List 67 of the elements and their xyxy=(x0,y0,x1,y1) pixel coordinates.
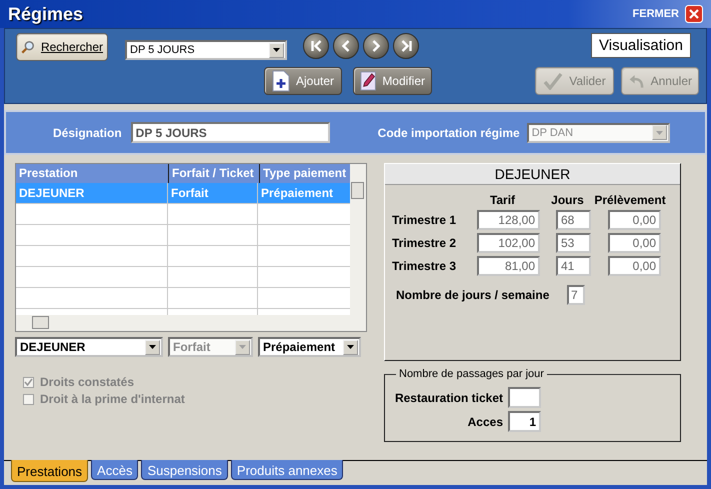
chevron-left-icon xyxy=(342,40,350,52)
row-label: Trimestre 1 xyxy=(392,213,458,227)
bar-chevron-left-icon xyxy=(310,40,322,52)
add-document-icon xyxy=(272,70,290,92)
import-code-label: Code importation régime xyxy=(378,126,520,140)
close-button[interactable]: FERMER xyxy=(632,5,703,23)
column-header[interactable]: Forfait / Ticket xyxy=(169,164,259,183)
add-button[interactable]: Ajouter xyxy=(264,67,342,95)
input-field[interactable] xyxy=(508,387,541,408)
caret-icon xyxy=(347,345,354,349)
group-legend: Nombre de passages par jour xyxy=(396,368,547,380)
mode-label: Visualisation xyxy=(591,33,691,58)
field-label: Acces xyxy=(466,414,503,428)
tab[interactable]: Suspensions xyxy=(141,460,228,480)
table-cell: Forfait xyxy=(168,183,258,203)
days-field[interactable]: 53 xyxy=(556,233,591,253)
checkbox-label: Droits constatés xyxy=(40,375,134,389)
rate-field[interactable]: 128,00 xyxy=(477,210,540,230)
tab[interactable]: Produits annexes xyxy=(230,460,344,480)
column-header: Jours xyxy=(550,193,585,207)
last-record-button[interactable] xyxy=(393,33,419,59)
horizontal-scrollbar[interactable] xyxy=(16,315,350,331)
caret-icon xyxy=(656,130,663,134)
table-row[interactable]: DEJEUNER Forfait Prépaiement xyxy=(16,183,350,204)
tab[interactable]: Prestations xyxy=(11,460,88,482)
days-per-week-label: Nombre de jours / semaine xyxy=(396,288,550,302)
checkmark-icon xyxy=(543,72,564,90)
deduction-field[interactable]: 0,00 xyxy=(608,256,661,276)
prestation-select[interactable]: DEJEUNER xyxy=(15,337,163,357)
days-field[interactable]: 41 xyxy=(556,256,591,276)
column-header[interactable]: Prestation xyxy=(16,164,168,183)
days-per-week-field[interactable]: 7 xyxy=(567,285,585,305)
checkbox-label: Droit à la prime d'internat xyxy=(40,392,185,406)
input-field[interactable]: 1 xyxy=(508,411,541,432)
caret-icon xyxy=(273,48,280,52)
deduction-field[interactable]: 0,00 xyxy=(608,233,661,253)
field-label: Restauration ticket xyxy=(394,390,503,404)
designation-label: Désignation xyxy=(53,126,122,140)
column-header[interactable]: Type paiement xyxy=(260,164,350,183)
previous-record-button[interactable] xyxy=(333,33,359,59)
pencil-icon xyxy=(360,70,376,92)
row-label: Trimestre 3 xyxy=(392,259,458,273)
column-header: Prélèvement xyxy=(593,193,667,207)
rate-field[interactable]: 81,00 xyxy=(477,256,540,276)
payment-type-select[interactable]: Prépaiement xyxy=(258,337,361,357)
days-field[interactable]: 68 xyxy=(556,210,591,230)
chevron-right-icon xyxy=(372,40,380,52)
search-icon xyxy=(21,39,35,55)
record-select[interactable]: DP 5 JOURS xyxy=(125,40,287,60)
window-title: Régimes xyxy=(8,4,84,24)
table-cell: DEJEUNER xyxy=(16,183,168,203)
next-record-button[interactable] xyxy=(363,33,389,59)
rate-field[interactable]: 102,00 xyxy=(477,233,540,253)
column-header: Tarif xyxy=(488,193,516,207)
caret-icon xyxy=(239,345,246,349)
designation-field[interactable]: DP 5 JOURS xyxy=(130,122,330,143)
search-button[interactable]: Rechercher xyxy=(16,33,108,61)
chevron-bar-right-icon xyxy=(400,40,412,52)
edit-button[interactable]: Modifier xyxy=(353,67,432,95)
caret-icon xyxy=(149,345,156,349)
first-record-button[interactable] xyxy=(303,33,329,59)
row-label: Trimestre 2 xyxy=(392,236,458,250)
close-icon xyxy=(685,5,703,23)
vertical-scrollbar[interactable] xyxy=(350,164,366,331)
tab[interactable]: Accès xyxy=(91,460,138,480)
panel-title: DEJEUNER xyxy=(385,164,680,185)
deduction-field[interactable]: 0,00 xyxy=(608,210,661,230)
